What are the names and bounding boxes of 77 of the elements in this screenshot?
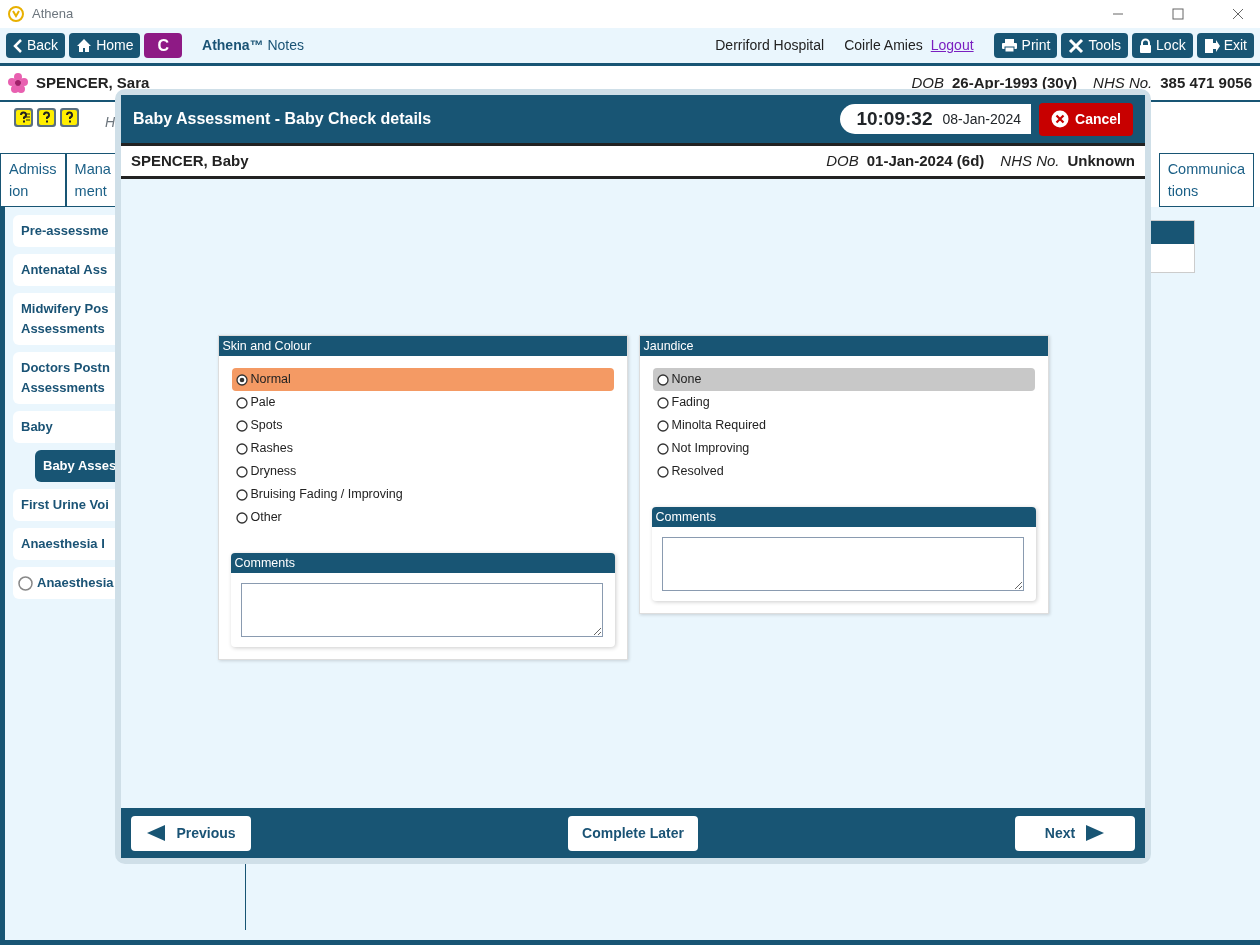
patient-name: SPENCER, Sara: [36, 72, 150, 93]
chevron-left-icon: [13, 37, 23, 54]
printer-icon: [1000, 38, 1018, 53]
radio-option[interactable]: Bruising Fading / Improving: [231, 483, 614, 506]
comments-title: Comments: [230, 553, 615, 573]
radio-icon: [656, 442, 669, 455]
tab[interactable]: Communica tions: [1158, 153, 1254, 207]
previous-button[interactable]: Previous: [131, 815, 251, 851]
home-help-icon[interactable]: [37, 108, 56, 127]
comments-field[interactable]: [240, 583, 603, 637]
close-circle-icon: [1051, 110, 1070, 128]
dob-label: DOB: [911, 72, 944, 93]
radio-checked-icon: [235, 373, 248, 386]
exit-icon: [1203, 37, 1220, 54]
nhs-number: Unknown: [1067, 150, 1135, 171]
app-logo-icon: [8, 6, 24, 22]
clock-date: 08-Jan-2024: [942, 109, 1022, 129]
flower-icon: [8, 73, 28, 93]
complete-later-button[interactable]: Complete Later: [568, 815, 698, 851]
lock-button[interactable]: Lock: [1132, 33, 1193, 58]
back-button[interactable]: Back: [6, 33, 66, 58]
radio-icon: [235, 442, 248, 455]
radio-icon: [235, 396, 248, 409]
triangle-right-icon: [1085, 824, 1106, 842]
clock-time: 10:09:32: [856, 106, 933, 131]
lock-icon: [1139, 37, 1153, 54]
logout-link[interactable]: Logout: [930, 35, 974, 56]
window-title: Athena: [32, 5, 74, 24]
letter-button[interactable]: C: [144, 33, 183, 58]
radio-icon: [18, 575, 33, 591]
radio-icon: [235, 465, 248, 478]
print-button[interactable]: Print: [993, 33, 1058, 58]
panel-title: Skin and Colour: [218, 336, 627, 356]
radio-icon: [656, 465, 669, 478]
radio-option[interactable]: Not Improving: [652, 437, 1035, 460]
panel-title: Jaundice: [639, 336, 1048, 356]
tools-button[interactable]: Tools: [1061, 33, 1129, 58]
app-name: Athena™ Notes: [202, 36, 304, 55]
home-button[interactable]: Home: [69, 33, 141, 58]
comments-field[interactable]: [661, 537, 1024, 591]
tab[interactable]: Admiss ion: [0, 153, 66, 207]
dialog-title: Baby Assessment - Baby Check details: [133, 109, 432, 129]
radio-option[interactable]: Rashes: [231, 437, 614, 460]
radio-icon: [235, 488, 248, 501]
dob-label: DOB: [826, 150, 859, 171]
radio-icon: [235, 419, 248, 432]
user-name: Coirle Amies: [844, 36, 923, 55]
next-button[interactable]: Next: [1015, 815, 1135, 851]
radio-option[interactable]: Other: [231, 506, 614, 529]
maximize-icon: [1172, 8, 1184, 20]
baby-name: SPENCER, Baby: [131, 150, 249, 171]
hospital-name: Derriford Hospital: [715, 36, 825, 55]
exit-button[interactable]: Exit: [1196, 33, 1254, 58]
radio-option[interactable]: Pale: [231, 391, 614, 414]
radio-icon: [656, 396, 669, 409]
nhs-label: NHS No.: [1093, 72, 1153, 93]
radio-option[interactable]: Spots: [231, 414, 614, 437]
radio-option[interactable]: None: [652, 368, 1035, 391]
radio-option[interactable]: Fading: [652, 391, 1035, 414]
home-icon: [76, 38, 93, 53]
triangle-left-icon: [146, 824, 167, 842]
cancel-button[interactable]: Cancel: [1039, 102, 1133, 136]
radio-icon: [656, 419, 669, 432]
radio-option[interactable]: Resolved: [652, 460, 1035, 483]
radio-icon: [235, 511, 248, 524]
nhs-label: NHS No.: [1000, 150, 1060, 171]
nhs-number: 385 471 9056: [1160, 72, 1252, 93]
radio-option[interactable]: Dryness: [231, 460, 614, 483]
close-icon: [1232, 8, 1244, 20]
list-help-icon[interactable]: [14, 108, 33, 127]
help-text: H: [105, 113, 116, 132]
radio-icon: [656, 373, 669, 386]
radio-option[interactable]: Minolta Required: [652, 414, 1035, 437]
help-icon[interactable]: [60, 108, 79, 127]
dob-value: 01-Jan-2024 (6d): [866, 150, 985, 171]
comments-title: Comments: [651, 507, 1036, 527]
radio-option[interactable]: Normal: [231, 368, 614, 391]
